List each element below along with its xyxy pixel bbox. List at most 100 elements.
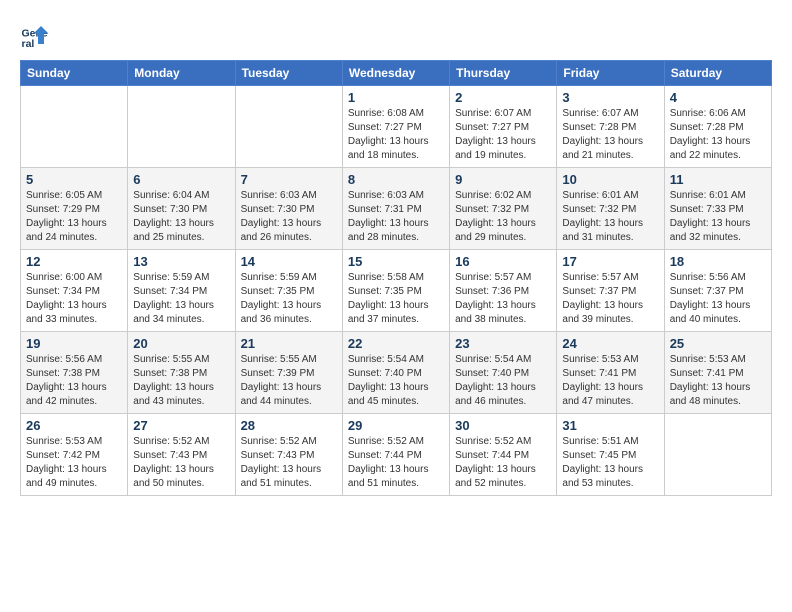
weekday-header-sunday: Sunday xyxy=(21,61,128,86)
calendar-cell: 15 Sunrise: 5:58 AM Sunset: 7:35 PM Dayli… xyxy=(342,250,449,332)
weekday-header-wednesday: Wednesday xyxy=(342,61,449,86)
day-number: 26 xyxy=(26,418,122,433)
day-number: 1 xyxy=(348,90,444,105)
calendar-cell: 9 Sunrise: 6:02 AM Sunset: 7:32 PM Daylig… xyxy=(450,168,557,250)
day-number: 15 xyxy=(348,254,444,269)
logo-icon: Gene ral xyxy=(20,20,50,50)
day-number: 9 xyxy=(455,172,551,187)
day-info: Sunrise: 6:07 AM Sunset: 7:28 PM Dayligh… xyxy=(562,107,658,163)
day-info: Sunrise: 6:05 AM Sunset: 7:29 PM Dayligh… xyxy=(26,189,122,245)
day-number: 14 xyxy=(241,254,337,269)
calendar-cell: 22 Sunrise: 5:54 AM Sunset: 7:40 PM Dayli… xyxy=(342,332,449,414)
day-number: 22 xyxy=(348,336,444,351)
calendar-cell: 29 Sunrise: 5:52 AM Sunset: 7:44 PM Dayli… xyxy=(342,414,449,496)
calendar-cell: 25 Sunrise: 5:53 AM Sunset: 7:41 PM Dayli… xyxy=(664,332,771,414)
day-number: 27 xyxy=(133,418,229,433)
calendar-cell: 26Sunrise: 5:53 AM Sunset: 7:42 PM Dayli… xyxy=(21,414,128,496)
day-number: 20 xyxy=(133,336,229,351)
calendar-cell: 8 Sunrise: 6:03 AM Sunset: 7:31 PM Daylig… xyxy=(342,168,449,250)
calendar-cell: 14 Sunrise: 5:59 AM Sunset: 7:35 PM Dayli… xyxy=(235,250,342,332)
day-info: Sunrise: 5:53 AM Sunset: 7:41 PM Dayligh… xyxy=(562,353,658,409)
weekday-header-friday: Friday xyxy=(557,61,664,86)
day-number: 2 xyxy=(455,90,551,105)
day-number: 4 xyxy=(670,90,766,105)
calendar-cell: 6 Sunrise: 6:04 AM Sunset: 7:30 PM Daylig… xyxy=(128,168,235,250)
day-info: Sunrise: 5:56 AM Sunset: 7:38 PM Dayligh… xyxy=(26,353,122,409)
calendar-table: SundayMondayTuesdayWednesdayThursdayFrid… xyxy=(20,60,772,496)
day-number: 10 xyxy=(562,172,658,187)
day-info: Sunrise: 5:59 AM Sunset: 7:34 PM Dayligh… xyxy=(133,271,229,327)
day-info: Sunrise: 5:56 AM Sunset: 7:37 PM Dayligh… xyxy=(670,271,766,327)
calendar-cell: 27 Sunrise: 5:52 AM Sunset: 7:43 PM Dayli… xyxy=(128,414,235,496)
calendar-cell: 11 Sunrise: 6:01 AM Sunset: 7:33 PM Dayli… xyxy=(664,168,771,250)
day-info: Sunrise: 5:52 AM Sunset: 7:43 PM Dayligh… xyxy=(133,435,229,491)
calendar-cell: 31Sunrise: 5:51 AM Sunset: 7:45 PM Dayli… xyxy=(557,414,664,496)
calendar-cell: 17Sunrise: 5:57 AM Sunset: 7:37 PM Dayli… xyxy=(557,250,664,332)
day-info: Sunrise: 5:55 AM Sunset: 7:39 PM Dayligh… xyxy=(241,353,337,409)
day-number: 18 xyxy=(670,254,766,269)
calendar-cell: 4 Sunrise: 6:06 AM Sunset: 7:28 PM Daylig… xyxy=(664,86,771,168)
calendar-cell: 2 Sunrise: 6:07 AM Sunset: 7:27 PM Daylig… xyxy=(450,86,557,168)
calendar-cell: 16 Sunrise: 5:57 AM Sunset: 7:36 PM Dayli… xyxy=(450,250,557,332)
calendar-cell: 23Sunrise: 5:54 AM Sunset: 7:40 PM Dayli… xyxy=(450,332,557,414)
day-number: 5 xyxy=(26,172,122,187)
calendar-cell: 28 Sunrise: 5:52 AM Sunset: 7:43 PM Dayli… xyxy=(235,414,342,496)
calendar-cell: 1 Sunrise: 6:08 AM Sunset: 7:27 PM Daylig… xyxy=(342,86,449,168)
day-number: 16 xyxy=(455,254,551,269)
day-number: 6 xyxy=(133,172,229,187)
calendar-cell: 24 Sunrise: 5:53 AM Sunset: 7:41 PM Dayli… xyxy=(557,332,664,414)
day-number: 25 xyxy=(670,336,766,351)
day-info: Sunrise: 5:52 AM Sunset: 7:43 PM Dayligh… xyxy=(241,435,337,491)
calendar-week-4: 19 Sunrise: 5:56 AM Sunset: 7:38 PM Dayli… xyxy=(21,332,772,414)
day-info: Sunrise: 5:52 AM Sunset: 7:44 PM Dayligh… xyxy=(348,435,444,491)
day-info: Sunrise: 6:03 AM Sunset: 7:31 PM Dayligh… xyxy=(348,189,444,245)
day-number: 13 xyxy=(133,254,229,269)
weekday-header-row: SundayMondayTuesdayWednesdayThursdayFrid… xyxy=(21,61,772,86)
day-number: 30 xyxy=(455,418,551,433)
day-info: Sunrise: 6:01 AM Sunset: 7:32 PM Dayligh… xyxy=(562,189,658,245)
day-info: Sunrise: 6:02 AM Sunset: 7:32 PM Dayligh… xyxy=(455,189,551,245)
svg-text:ral: ral xyxy=(22,38,35,50)
calendar-cell: 13 Sunrise: 5:59 AM Sunset: 7:34 PM Dayli… xyxy=(128,250,235,332)
day-info: Sunrise: 5:59 AM Sunset: 7:35 PM Dayligh… xyxy=(241,271,337,327)
calendar-cell xyxy=(664,414,771,496)
calendar-cell: 5 Sunrise: 6:05 AM Sunset: 7:29 PM Daylig… xyxy=(21,168,128,250)
day-info: Sunrise: 5:53 AM Sunset: 7:41 PM Dayligh… xyxy=(670,353,766,409)
day-number: 28 xyxy=(241,418,337,433)
calendar-week-1: 1 Sunrise: 6:08 AM Sunset: 7:27 PM Daylig… xyxy=(21,86,772,168)
weekday-header-tuesday: Tuesday xyxy=(235,61,342,86)
day-info: Sunrise: 6:06 AM Sunset: 7:28 PM Dayligh… xyxy=(670,107,766,163)
calendar-cell: 19 Sunrise: 5:56 AM Sunset: 7:38 PM Dayli… xyxy=(21,332,128,414)
day-number: 7 xyxy=(241,172,337,187)
calendar-cell: 30 Sunrise: 5:52 AM Sunset: 7:44 PM Dayli… xyxy=(450,414,557,496)
day-info: Sunrise: 6:07 AM Sunset: 7:27 PM Dayligh… xyxy=(455,107,551,163)
calendar-cell xyxy=(128,86,235,168)
day-number: 23 xyxy=(455,336,551,351)
day-info: Sunrise: 5:58 AM Sunset: 7:35 PM Dayligh… xyxy=(348,271,444,327)
day-info: Sunrise: 5:54 AM Sunset: 7:40 PM Dayligh… xyxy=(348,353,444,409)
day-info: Sunrise: 6:04 AM Sunset: 7:30 PM Dayligh… xyxy=(133,189,229,245)
day-info: Sunrise: 6:01 AM Sunset: 7:33 PM Dayligh… xyxy=(670,189,766,245)
day-number: 24 xyxy=(562,336,658,351)
day-number: 8 xyxy=(348,172,444,187)
weekday-header-thursday: Thursday xyxy=(450,61,557,86)
day-number: 3 xyxy=(562,90,658,105)
calendar-cell: 7 Sunrise: 6:03 AM Sunset: 7:30 PM Daylig… xyxy=(235,168,342,250)
day-info: Sunrise: 5:52 AM Sunset: 7:44 PM Dayligh… xyxy=(455,435,551,491)
day-number: 21 xyxy=(241,336,337,351)
calendar-week-2: 5 Sunrise: 6:05 AM Sunset: 7:29 PM Daylig… xyxy=(21,168,772,250)
calendar-cell xyxy=(235,86,342,168)
day-number: 29 xyxy=(348,418,444,433)
weekday-header-monday: Monday xyxy=(128,61,235,86)
calendar-cell: 18 Sunrise: 5:56 AM Sunset: 7:37 PM Dayli… xyxy=(664,250,771,332)
calendar-week-5: 26Sunrise: 5:53 AM Sunset: 7:42 PM Dayli… xyxy=(21,414,772,496)
day-info: Sunrise: 6:00 AM Sunset: 7:34 PM Dayligh… xyxy=(26,271,122,327)
day-info: Sunrise: 6:03 AM Sunset: 7:30 PM Dayligh… xyxy=(241,189,337,245)
day-number: 11 xyxy=(670,172,766,187)
day-number: 19 xyxy=(26,336,122,351)
calendar-cell: 20Sunrise: 5:55 AM Sunset: 7:38 PM Dayli… xyxy=(128,332,235,414)
weekday-header-saturday: Saturday xyxy=(664,61,771,86)
day-info: Sunrise: 6:08 AM Sunset: 7:27 PM Dayligh… xyxy=(348,107,444,163)
day-info: Sunrise: 5:57 AM Sunset: 7:36 PM Dayligh… xyxy=(455,271,551,327)
calendar-cell: 3 Sunrise: 6:07 AM Sunset: 7:28 PM Daylig… xyxy=(557,86,664,168)
